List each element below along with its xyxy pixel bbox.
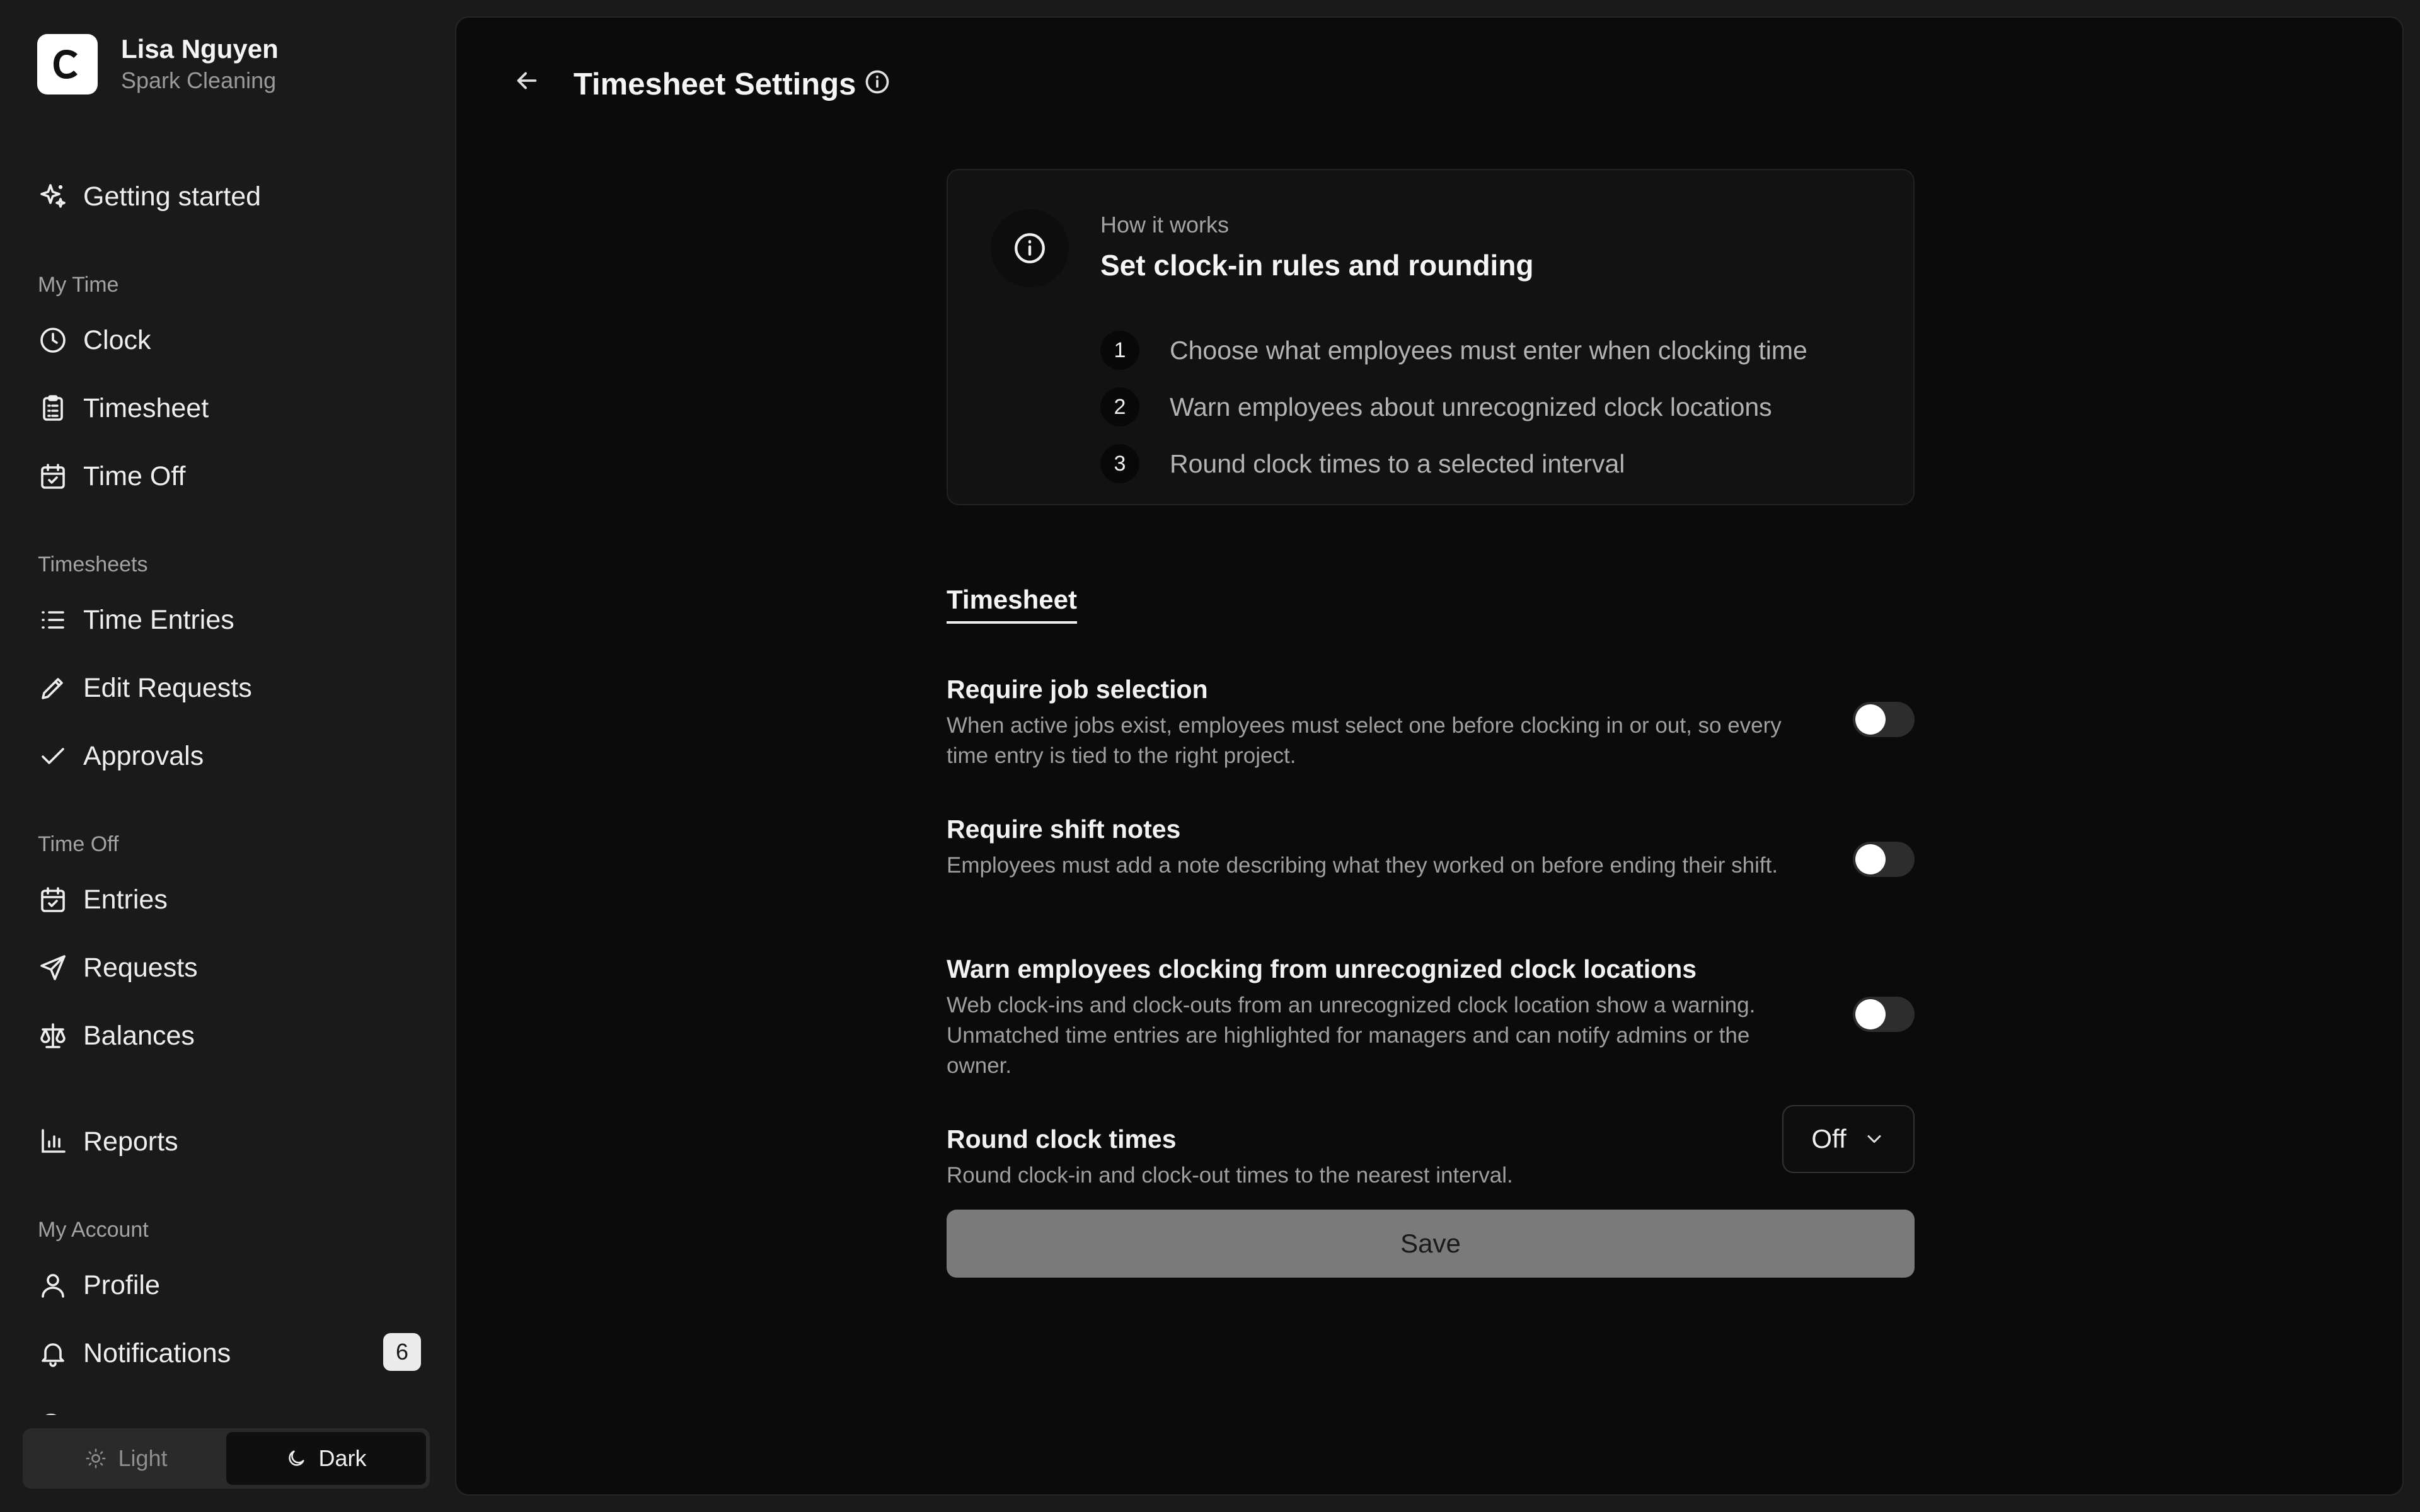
section-title-my-account: My Account (38, 1218, 149, 1242)
nav-label: Getting started (83, 181, 262, 212)
round-clock-times-select[interactable]: Off (1782, 1105, 1915, 1173)
nav-label: Entries (83, 884, 168, 915)
nav-time-entries[interactable]: Time Entries (37, 600, 234, 640)
setting-require-job-selection: Require job selection When active jobs e… (947, 673, 1915, 771)
step-number: 1 (1100, 331, 1139, 370)
info-icon (991, 209, 1069, 287)
main-panel: Timesheet Settings How it works Set cloc… (455, 16, 2404, 1496)
setting-description: When active jobs exist, employees must s… (947, 713, 1782, 768)
theme-light-button[interactable]: Light (26, 1432, 226, 1485)
nav-balances[interactable]: Balances (37, 1016, 195, 1056)
calendar-check-icon (37, 461, 69, 492)
nav-profile[interactable]: Profile (37, 1265, 160, 1305)
scale-icon (37, 1020, 69, 1051)
step-text: Warn employees about unrecognized clock … (1170, 392, 1772, 421)
nav-label: Timesheet (83, 392, 209, 423)
warn-unrecognized-locations-toggle[interactable] (1853, 997, 1915, 1032)
require-job-selection-toggle[interactable] (1853, 702, 1915, 737)
step-item: 2 Warn employees about unrecognized cloc… (1100, 386, 1772, 428)
nav-notifications[interactable]: Notifications (37, 1333, 231, 1373)
clock-icon (37, 324, 69, 356)
account-switcher[interactable]: Lisa Nguyen Spark Cleaning (37, 34, 279, 94)
toggle-knob (1855, 844, 1886, 874)
nav-label: Approvals (83, 740, 204, 771)
moon-icon (289, 1450, 305, 1466)
chevron-down-icon (1867, 1135, 1881, 1143)
nav-label: Edit Requests (83, 672, 252, 703)
clipboard-icon (37, 392, 69, 424)
send-icon (37, 952, 69, 983)
step-item: 3 Round clock times to a selected interv… (1100, 442, 1625, 485)
pencil-icon (37, 672, 69, 704)
step-text: Choose what employees must enter when cl… (1170, 335, 1807, 365)
setting-title: Round clock times (947, 1125, 1177, 1154)
nav-approvals[interactable]: Approvals (37, 736, 204, 776)
nav-reports[interactable]: Reports (37, 1121, 178, 1162)
setting-description: Web clock-ins and clock-outs from an unr… (947, 993, 1756, 1078)
setting-description: Round clock-in and clock-out times to th… (947, 1163, 1513, 1188)
user-icon (37, 1269, 69, 1301)
sparkle-icon (37, 181, 69, 212)
step-number: 2 (1100, 387, 1139, 427)
setting-title: Warn employees clocking from unrecognize… (947, 954, 1697, 983)
theme-light-label: Light (118, 1445, 168, 1471)
toggle-knob (1855, 704, 1886, 735)
setting-round-clock-times: Round clock times Round clock-in and clo… (947, 1105, 1915, 1191)
bell-icon (37, 1337, 69, 1369)
theme-dark-button[interactable]: Dark (226, 1432, 426, 1485)
section-title-time-off: Time Off (38, 832, 119, 856)
nav-label: Notifications (83, 1337, 231, 1368)
setting-require-shift-notes: Require shift notes Employees must add a… (947, 813, 1915, 881)
nav-label: Reports (83, 1126, 178, 1157)
toggle-knob (1855, 999, 1886, 1029)
step-item: 1 Choose what employees must enter when … (1100, 329, 1807, 372)
list-icon (37, 604, 69, 636)
sidebar: Lisa Nguyen Spark Cleaning Getting start… (0, 0, 455, 1512)
setting-warn-unrecognized-locations: Warn employees clocking from unrecognize… (947, 953, 1915, 1081)
nav-overflow-clipped (37, 1406, 415, 1415)
step-text: Round clock times to a selected interval (1170, 449, 1625, 478)
select-value: Off (1811, 1124, 1847, 1154)
check-icon (37, 740, 69, 772)
nav-timesheet[interactable]: Timesheet (37, 388, 209, 428)
nav-label: Requests (83, 952, 198, 983)
tab-timesheet[interactable]: Timesheet (947, 585, 1077, 624)
nav-label: Time Off (83, 461, 186, 491)
sun-icon (86, 1448, 106, 1469)
nav-entries[interactable]: Entries (37, 879, 168, 920)
user-name: Lisa Nguyen (121, 34, 279, 64)
nav-requests[interactable]: Requests (37, 948, 198, 988)
section-title-my-time: My Time (38, 273, 119, 297)
card-heading: Set clock-in rules and rounding (1100, 249, 1534, 282)
setting-title: Require shift notes (947, 815, 1181, 844)
setting-title: Require job selection (947, 675, 1208, 704)
card-eyebrow: How it works (1100, 212, 1230, 238)
nav-label: Time Entries (83, 604, 234, 635)
company-logo (37, 34, 98, 94)
info-icon[interactable] (863, 68, 894, 98)
calendar-check-icon (37, 884, 69, 915)
step-number: 3 (1100, 444, 1139, 483)
notifications-count-badge: 6 (383, 1333, 421, 1371)
arrow-left-icon (517, 72, 537, 89)
bar-chart-icon (37, 1126, 69, 1157)
company-name: Spark Cleaning (121, 67, 277, 93)
page-title: Timesheet Settings (573, 67, 856, 101)
theme-switcher: Light Dark (23, 1428, 430, 1489)
nav-time-off[interactable]: Time Off (37, 456, 185, 496)
theme-dark-label: Dark (318, 1445, 367, 1471)
setting-description: Employees must add a note describing wha… (947, 853, 1778, 878)
nav-label: Balances (83, 1020, 195, 1051)
how-it-works-card: How it works Set clock-in rules and roun… (947, 169, 1915, 505)
back-button[interactable] (502, 55, 552, 106)
nav-edit-requests[interactable]: Edit Requests (37, 668, 252, 708)
nav-label: Clock (83, 324, 151, 355)
nav-label: Profile (83, 1269, 160, 1300)
save-button[interactable]: Save (947, 1210, 1915, 1278)
section-title-timesheets: Timesheets (38, 553, 148, 576)
nav-clock[interactable]: Clock (37, 320, 151, 360)
nav-getting-started[interactable]: Getting started (37, 176, 261, 217)
require-shift-notes-toggle[interactable] (1853, 842, 1915, 877)
